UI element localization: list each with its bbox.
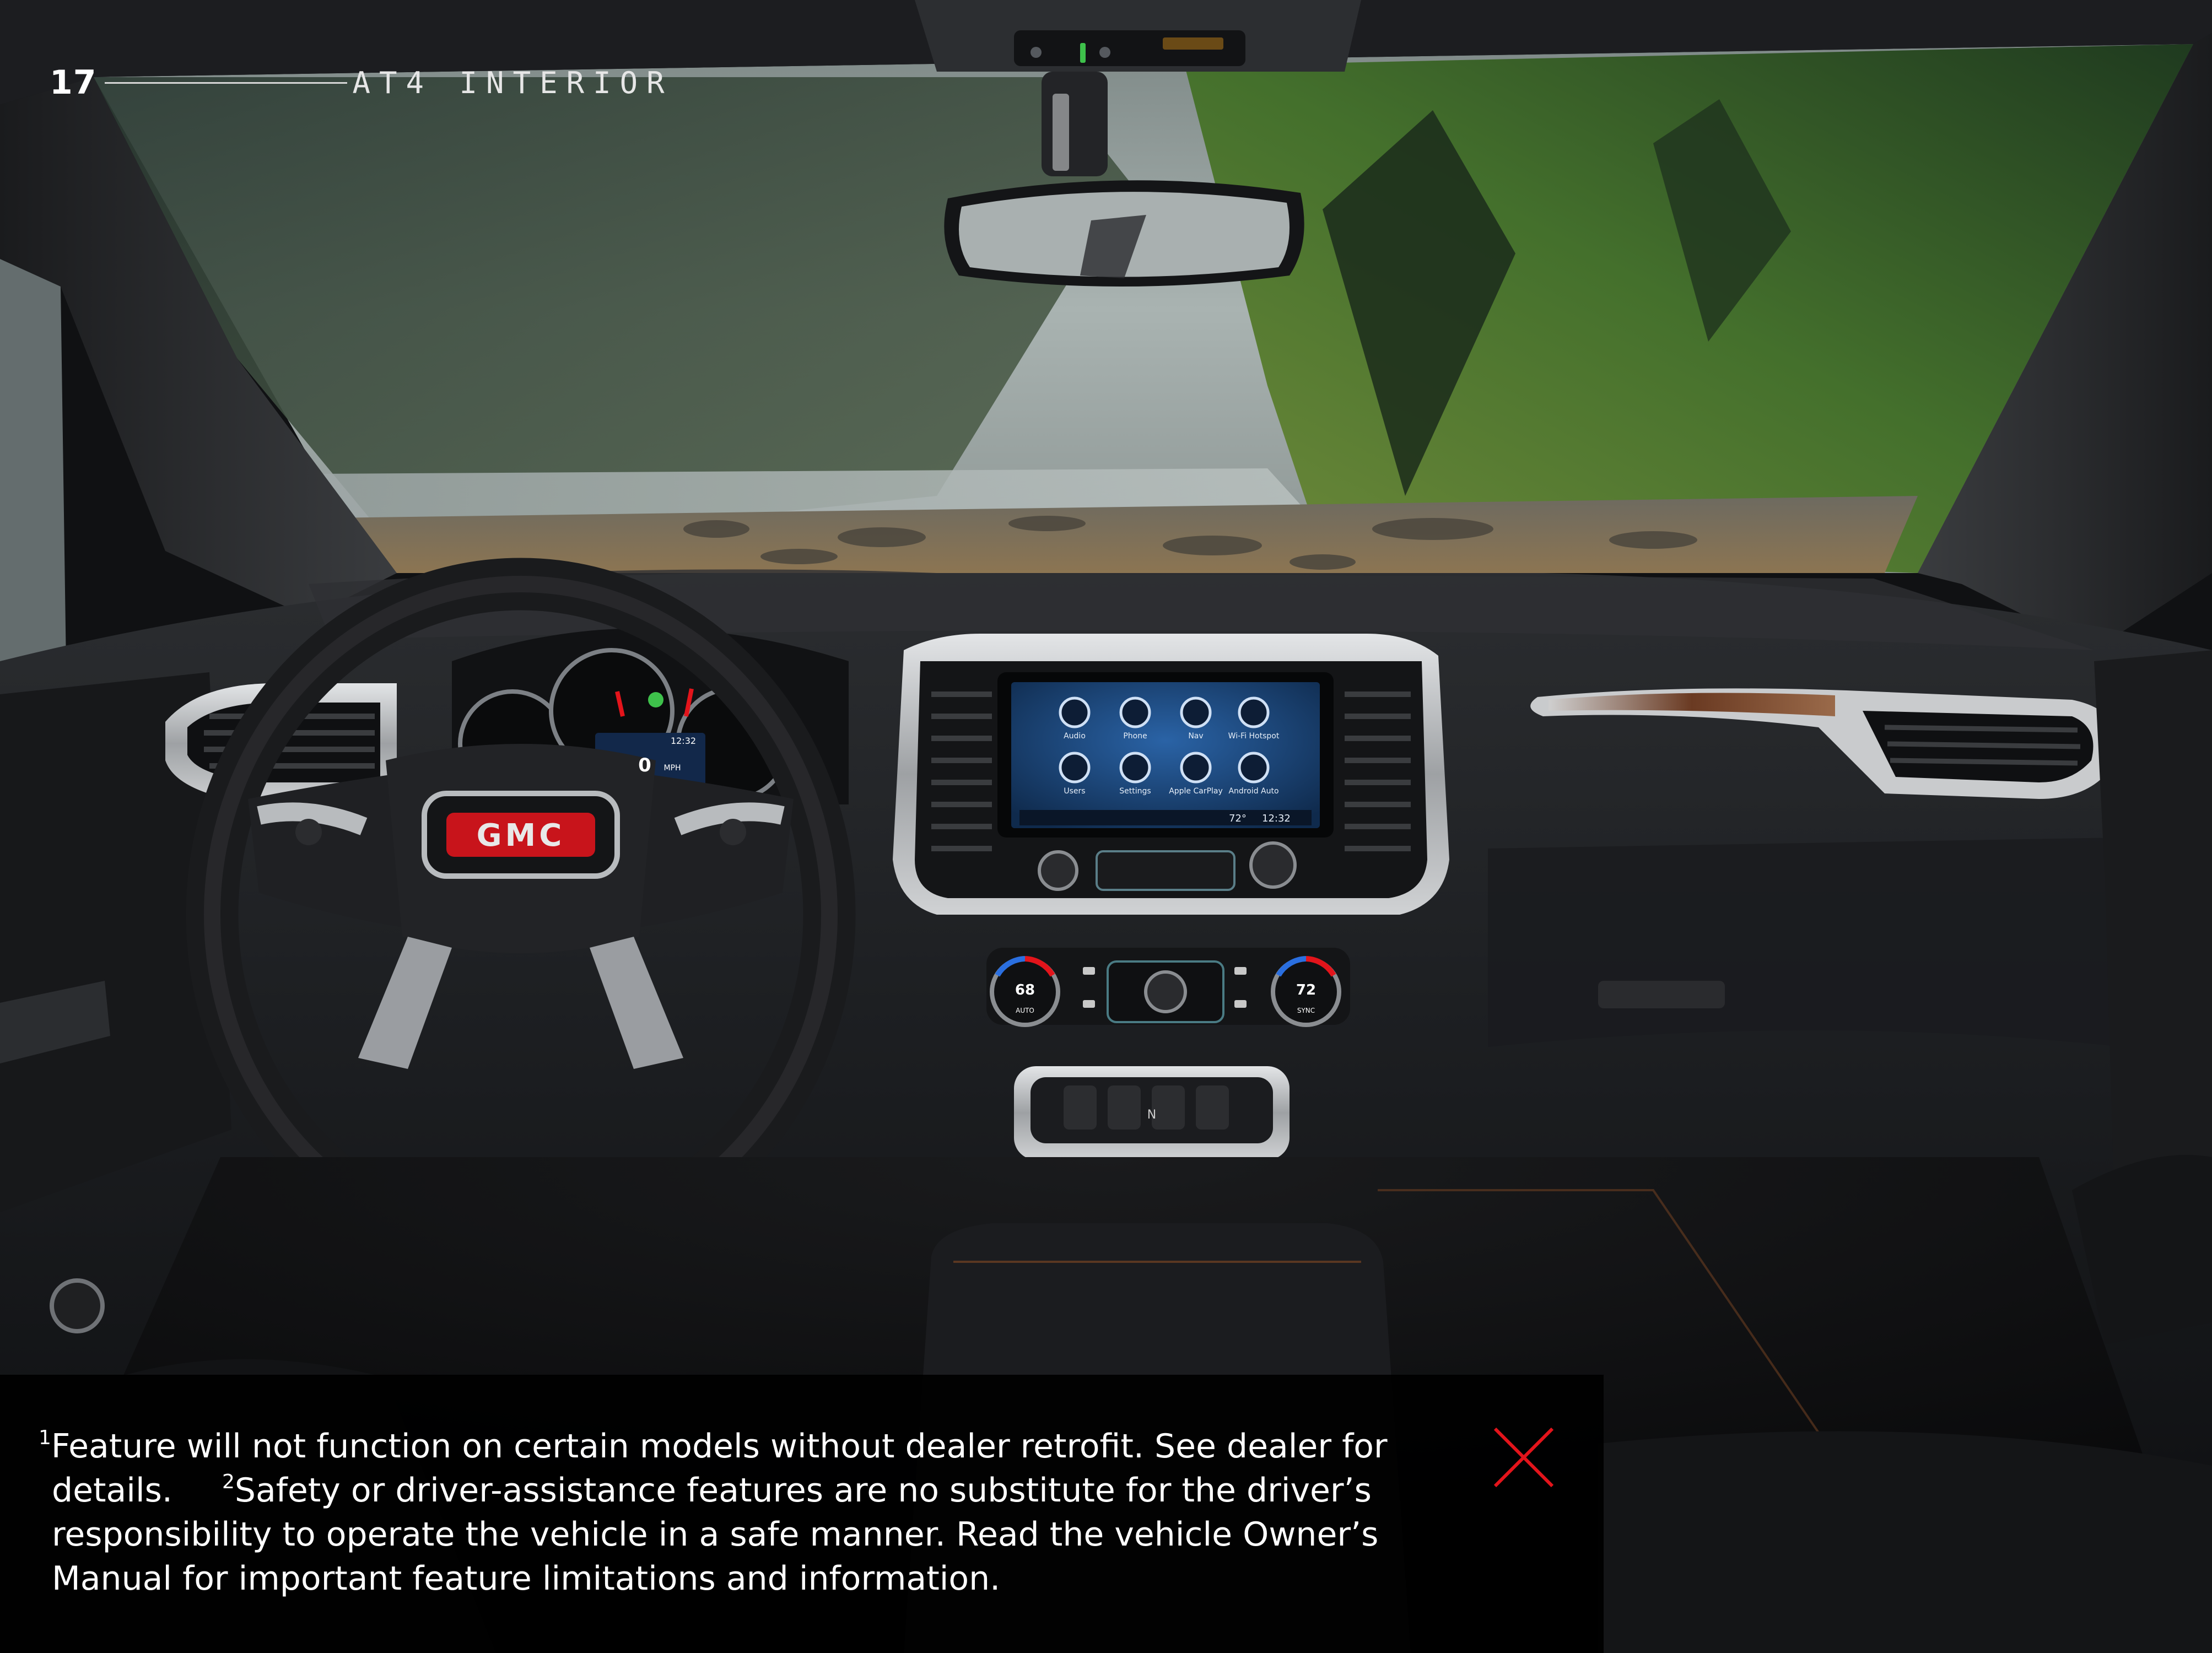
close-button[interactable] <box>1491 1424 1557 1490</box>
header-divider <box>104 82 347 84</box>
page-header: 17 AT4 INTERIOR <box>50 61 673 105</box>
section-title: AT4 INTERIOR <box>352 65 673 100</box>
overhead-console <box>915 0 1361 72</box>
footnote-2-text: Safety or driver-assistance features are… <box>52 1471 1379 1598</box>
close-icon <box>1493 1427 1554 1488</box>
climate-controls <box>986 948 1350 1027</box>
windshield-view <box>94 44 2193 573</box>
footnote-2-marker: 2 <box>222 1471 235 1493</box>
rearview-mirror <box>944 180 1304 287</box>
footnote-paragraph: 1Feature will not function on certain mo… <box>39 1424 1449 1601</box>
footnote-1-marker: 1 <box>39 1427 51 1449</box>
center-stack <box>893 634 1449 915</box>
gear-selector <box>1014 1066 1290 1160</box>
footnote-text: 1Feature will not function on certain mo… <box>39 1424 1449 1601</box>
page-number: 17 <box>50 63 97 102</box>
footnote-panel: 1Feature will not function on certain mo… <box>0 1375 1604 1653</box>
